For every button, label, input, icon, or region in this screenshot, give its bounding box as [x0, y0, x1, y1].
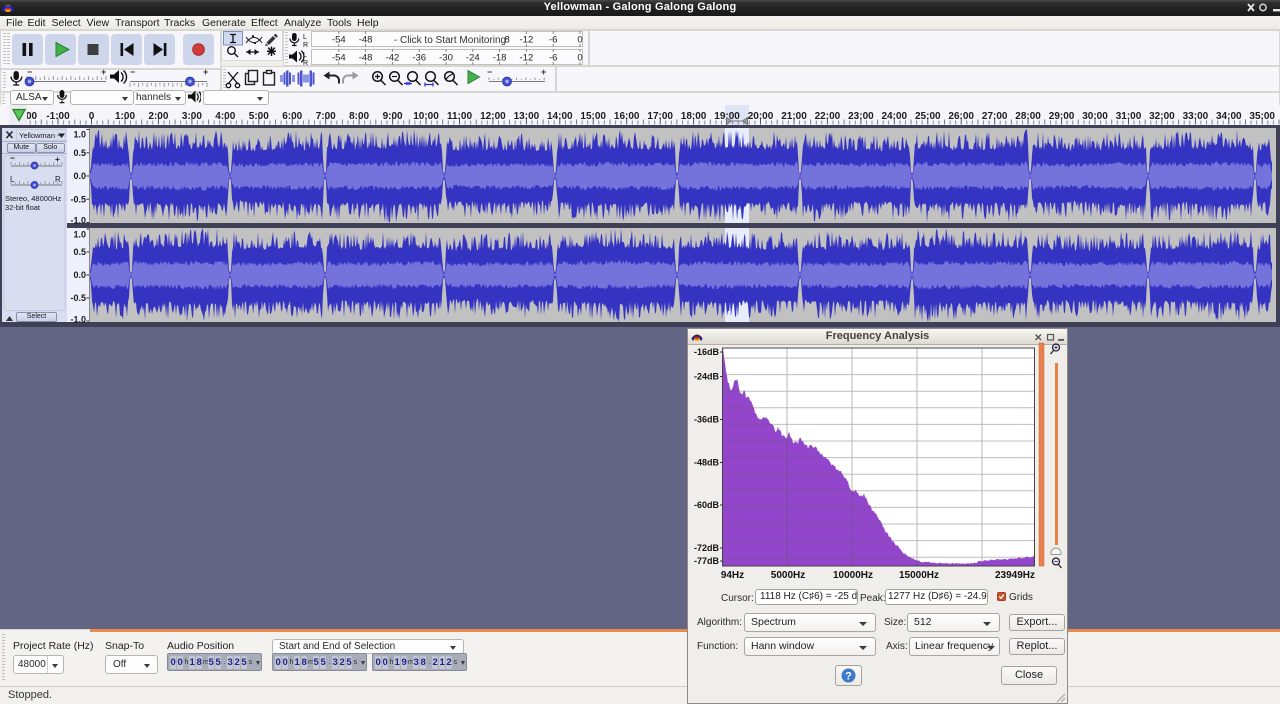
svg-text:-24dB: -24dB — [694, 372, 720, 382]
svg-text:5000Hz: 5000Hz — [771, 570, 805, 581]
svg-text:15000Hz: 15000Hz — [899, 570, 939, 581]
svg-text:10000Hz: 10000Hz — [833, 570, 873, 581]
svg-text:-72dB: -72dB — [694, 543, 720, 553]
svg-text:-36dB: -36dB — [694, 415, 720, 425]
svg-text:-16dB: -16dB — [694, 347, 720, 357]
svg-text:23949Hz: 23949Hz — [995, 570, 1035, 581]
svg-text:94Hz: 94Hz — [721, 570, 744, 581]
svg-text:-77dB: -77dB — [694, 556, 720, 566]
svg-text:-60dB: -60dB — [694, 500, 720, 510]
svg-text:-48dB: -48dB — [694, 458, 720, 468]
